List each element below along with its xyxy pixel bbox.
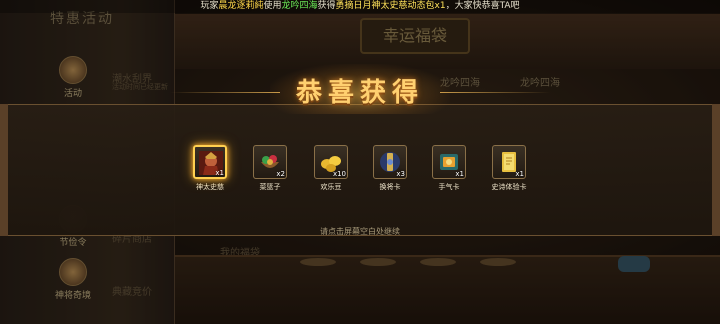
item-name: 欢乐豆 [320, 183, 342, 191]
reward-panel [0, 104, 720, 236]
reward-item-epic-card[interactable]: x1 史诗体验卡 [489, 145, 529, 192]
item-name: 菜篮子 [259, 183, 281, 191]
broadcast-item: 龙吟四海 [281, 1, 318, 11]
title-divider-right [440, 92, 550, 93]
reward-item-hero[interactable]: x1 神太史慈 [190, 145, 230, 192]
item-slot: x10 [314, 145, 348, 179]
item-name: 手气卡 [438, 183, 460, 191]
title-divider-left [170, 92, 280, 93]
item-count: x2 [276, 170, 285, 178]
item-count: x1 [215, 169, 224, 177]
reward-item-luck-card[interactable]: x1 手气卡 [429, 145, 469, 192]
item-slot: x2 [253, 145, 287, 179]
reward-item-swap-card[interactable]: x3 换将卡 [370, 145, 410, 192]
reward-title-text: 恭喜获得 [295, 78, 424, 108]
item-slot: x3 [373, 145, 407, 179]
item-slot: x1 [432, 145, 466, 179]
reward-item-beans[interactable]: x10 欢乐豆 [311, 145, 351, 192]
item-slot: x1 [193, 145, 227, 179]
panel-accent-right [712, 104, 720, 236]
panel-accent-left [0, 104, 8, 236]
item-count: x3 [396, 170, 405, 178]
item-name: 史诗体验卡 [491, 183, 527, 191]
broadcast-text: 使用 [263, 1, 282, 11]
item-count: x10 [332, 170, 346, 178]
item-slot: x1 [492, 145, 526, 179]
broadcast-event: 勇摘日月 [335, 1, 372, 11]
broadcast-text: 玩家 [200, 1, 219, 11]
broadcast-reward: 神太史慈动态包x1 [371, 1, 446, 11]
item-name: 换将卡 [379, 183, 401, 191]
continue-hint: 请点击屏幕空白处继续 [320, 227, 400, 236]
item-name: 神太史慈 [196, 183, 224, 191]
reward-title: 恭喜获得 [270, 64, 450, 114]
reward-item-basket[interactable]: x2 菜篮子 [250, 145, 290, 192]
broadcast-text: ，大家快恭喜TA吧 [445, 1, 520, 11]
item-count: x1 [515, 170, 524, 178]
item-count: x1 [455, 170, 464, 178]
broadcast-player: 晨龙逐莉純 [218, 1, 264, 11]
broadcast-text: 获得 [317, 1, 336, 11]
broadcast-banner: 玩家晨龙逐莉純使用龙吟四海获得勇摘日月神太史慈动态包x1，大家快恭喜TA吧 [0, 0, 720, 13]
